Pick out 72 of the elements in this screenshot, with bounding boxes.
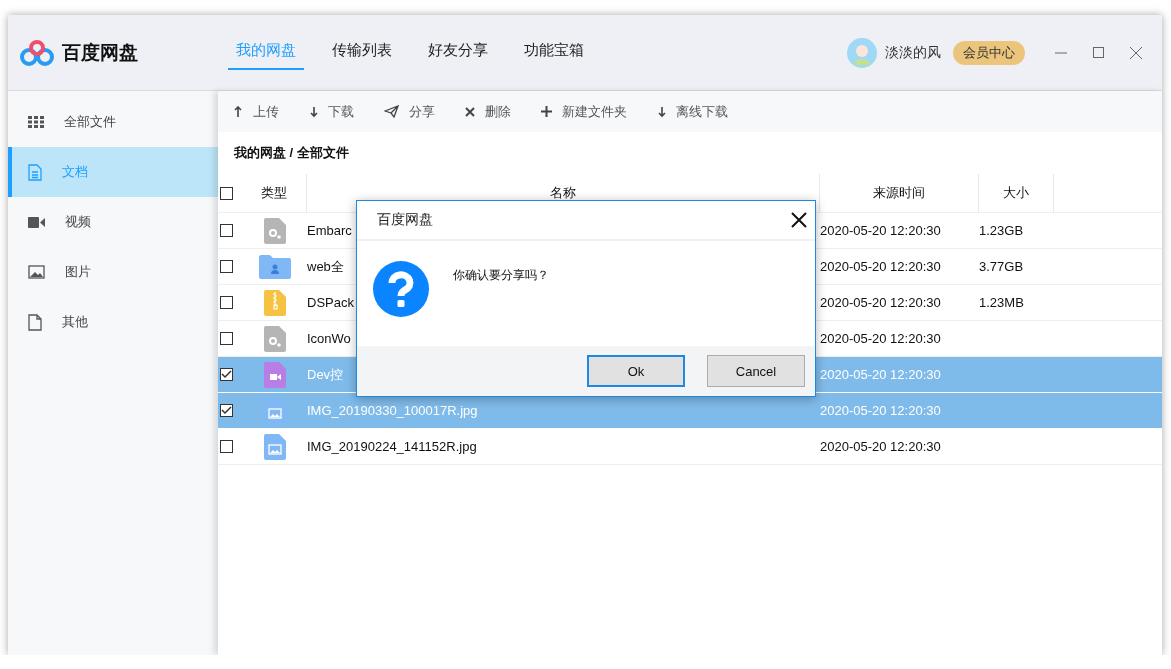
file-icon — [28, 313, 42, 331]
avatar — [847, 37, 877, 68]
folder-icon — [258, 254, 291, 279]
row-checkbox[interactable] — [220, 332, 233, 345]
dialog-title: 百度网盘 — [377, 211, 433, 229]
video-file-icon — [263, 361, 286, 388]
nav-tab[interactable]: 好友分享 — [420, 35, 496, 70]
maximize-icon[interactable] — [1093, 47, 1104, 58]
column-header: 大小 — [979, 174, 1054, 212]
toolbar-button[interactable]: 离线下载 — [657, 102, 728, 121]
toolbar-button[interactable]: 上传 — [234, 102, 279, 121]
toolbar-button[interactable]: 下载 — [309, 102, 354, 121]
logo-icon — [20, 39, 54, 66]
dialog-message: 你确认要分享吗？ — [453, 267, 549, 284]
select-all-checkbox[interactable] — [220, 186, 233, 200]
row-checkbox[interactable] — [220, 440, 233, 453]
grid-icon — [28, 116, 44, 128]
row-checkbox[interactable] — [220, 296, 233, 309]
file-name: DSPack — [307, 295, 354, 310]
toolbar-button[interactable]: 删除 — [465, 102, 511, 121]
image-icon — [28, 265, 45, 279]
file-name: IMG_20190330_100017R.jpg — [307, 403, 478, 418]
nav-tab[interactable]: 传输列表 — [324, 35, 400, 70]
size-cell: 3.77GB — [979, 259, 1024, 274]
upload-icon — [234, 105, 243, 118]
file-name: IconWo — [307, 331, 351, 346]
file-name: Dev控 — [307, 365, 344, 384]
size-cell: 1.23MB — [979, 295, 1024, 310]
row-checkbox[interactable] — [220, 260, 233, 273]
time-cell: 2020-05-20 12:20:30 — [820, 223, 941, 238]
sidebar-item[interactable]: 全部文件 — [8, 97, 218, 147]
row-checkbox[interactable] — [220, 224, 233, 237]
file-name: web全 — [307, 257, 344, 276]
file-name: IMG_20190224_141152R.jpg — [307, 439, 477, 454]
time-cell: 2020-05-20 12:20:30 — [820, 331, 941, 346]
image-file-icon — [263, 433, 286, 460]
time-cell: 2020-05-20 12:20:30 — [820, 439, 941, 454]
time-cell: 2020-05-20 12:20:30 — [820, 367, 941, 382]
dialog-button[interactable]: Ok — [587, 355, 685, 387]
size-cell: 1.23GB — [979, 223, 1024, 238]
toolbar-button[interactable]: 分享 — [384, 102, 435, 121]
dialog-button[interactable]: Cancel — [707, 355, 805, 387]
sidebar-item[interactable]: 视频 — [8, 197, 218, 247]
image-file-icon — [263, 397, 286, 424]
download-icon — [657, 105, 666, 118]
time-cell: 2020-05-20 12:20:30 — [820, 259, 941, 274]
zip-file-icon — [263, 289, 286, 316]
user-name: 淡淡的风 — [885, 43, 941, 62]
question-icon — [373, 261, 429, 317]
row-checkbox[interactable] — [220, 368, 233, 381]
video-camera-icon — [28, 216, 45, 228]
column-header: 类型 — [242, 174, 307, 212]
document-icon — [28, 163, 42, 181]
plus-icon — [541, 106, 552, 117]
close-icon[interactable] — [791, 212, 807, 228]
member-center-button[interactable]: 会员中心 — [953, 40, 1025, 65]
delete-icon — [465, 106, 475, 117]
breadcrumb: 我的网盘 / 全部文件 — [233, 144, 350, 162]
app-title: 百度网盘 — [62, 40, 138, 65]
settings-file-icon — [263, 217, 286, 244]
settings-file-icon — [263, 325, 286, 352]
time-cell: 2020-05-20 12:20:30 — [820, 295, 941, 310]
sidebar-item[interactable]: 图片 — [8, 247, 218, 297]
download-icon — [309, 105, 318, 118]
column-header: 来源时间 — [820, 174, 979, 212]
row-checkbox[interactable] — [220, 404, 233, 417]
sidebar-item[interactable]: 其他 — [8, 297, 218, 347]
send-icon — [384, 105, 399, 118]
file-name: Embarc — [307, 223, 352, 238]
nav-tab[interactable]: 功能宝箱 — [516, 35, 592, 70]
time-cell: 2020-05-20 12:20:30 — [820, 403, 941, 418]
toolbar-button[interactable]: 新建文件夹 — [541, 102, 627, 121]
